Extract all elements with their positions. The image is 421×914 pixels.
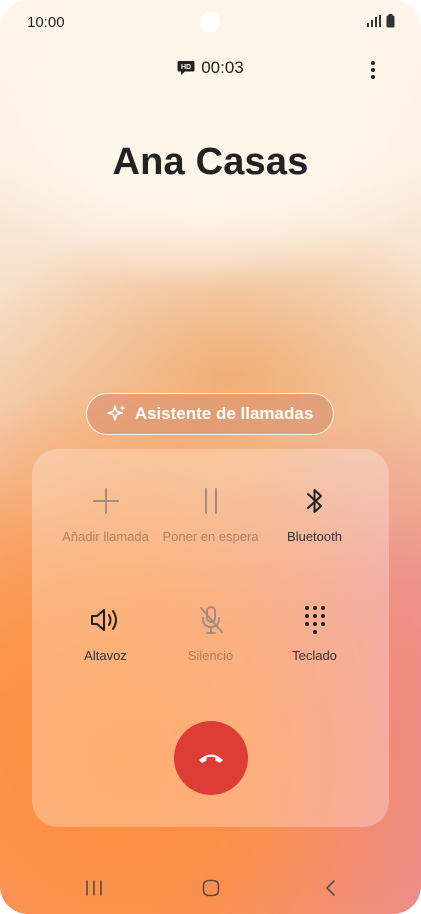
hold-call-label: Poner en espera <box>162 529 259 544</box>
call-header: HD 00:03 <box>0 58 421 84</box>
camera-cutout <box>200 12 220 32</box>
signal-icon <box>367 15 381 27</box>
plus-icon <box>92 488 119 514</box>
back-button[interactable] <box>310 876 350 900</box>
call-assistant-button[interactable]: Asistente de llamadas <box>86 393 334 435</box>
battery-icon <box>386 14 395 28</box>
status-icons <box>367 14 395 28</box>
keypad-button[interactable]: Teclado <box>255 600 374 680</box>
status-time: 10:00 <box>27 14 65 31</box>
call-status: HD 00:03 <box>177 58 244 78</box>
recent-apps-button[interactable] <box>74 876 114 900</box>
call-assistant-label: Asistente de llamadas <box>134 404 314 423</box>
back-icon <box>326 880 335 896</box>
end-call-icon <box>199 754 223 763</box>
call-duration: 00:03 <box>201 58 244 77</box>
navigation-bar <box>0 868 421 908</box>
mute-button[interactable]: Silencio <box>151 600 270 680</box>
contact-name: Ana Casas <box>112 141 309 183</box>
keypad-label: Teclado <box>292 648 337 663</box>
end-call-button[interactable] <box>174 721 248 795</box>
add-call-label: Añadir llamada <box>62 529 149 544</box>
keypad-icon <box>304 606 325 634</box>
call-controls-panel: Añadir llamada Poner en espera Bluetooth <box>32 449 389 827</box>
bluetooth-icon <box>306 489 322 513</box>
call-screen: 10:00 HD 00:03 Ana Casas Asistente de ll… <box>0 0 421 914</box>
speaker-icon <box>90 609 117 631</box>
home-icon <box>202 879 220 897</box>
mute-label: Silencio <box>187 648 234 663</box>
bluetooth-label: Bluetooth <box>287 529 342 544</box>
hd-voice-icon: HD <box>177 61 195 75</box>
hd-badge: HD <box>181 64 191 71</box>
more-options-icon[interactable] <box>368 58 378 84</box>
status-bar: 10:00 <box>0 0 421 46</box>
home-button[interactable] <box>191 876 231 900</box>
speaker-label: Altavoz <box>84 648 127 663</box>
recent-apps-icon <box>86 880 102 896</box>
pause-icon <box>204 488 217 514</box>
hold-call-button[interactable]: Poner en espera <box>151 481 270 561</box>
add-call-button[interactable]: Añadir llamada <box>46 481 165 561</box>
mic-off-icon <box>199 606 223 634</box>
speaker-button[interactable]: Altavoz <box>46 600 165 680</box>
sparkle-icon <box>106 405 126 421</box>
bluetooth-button[interactable]: Bluetooth <box>255 481 374 561</box>
